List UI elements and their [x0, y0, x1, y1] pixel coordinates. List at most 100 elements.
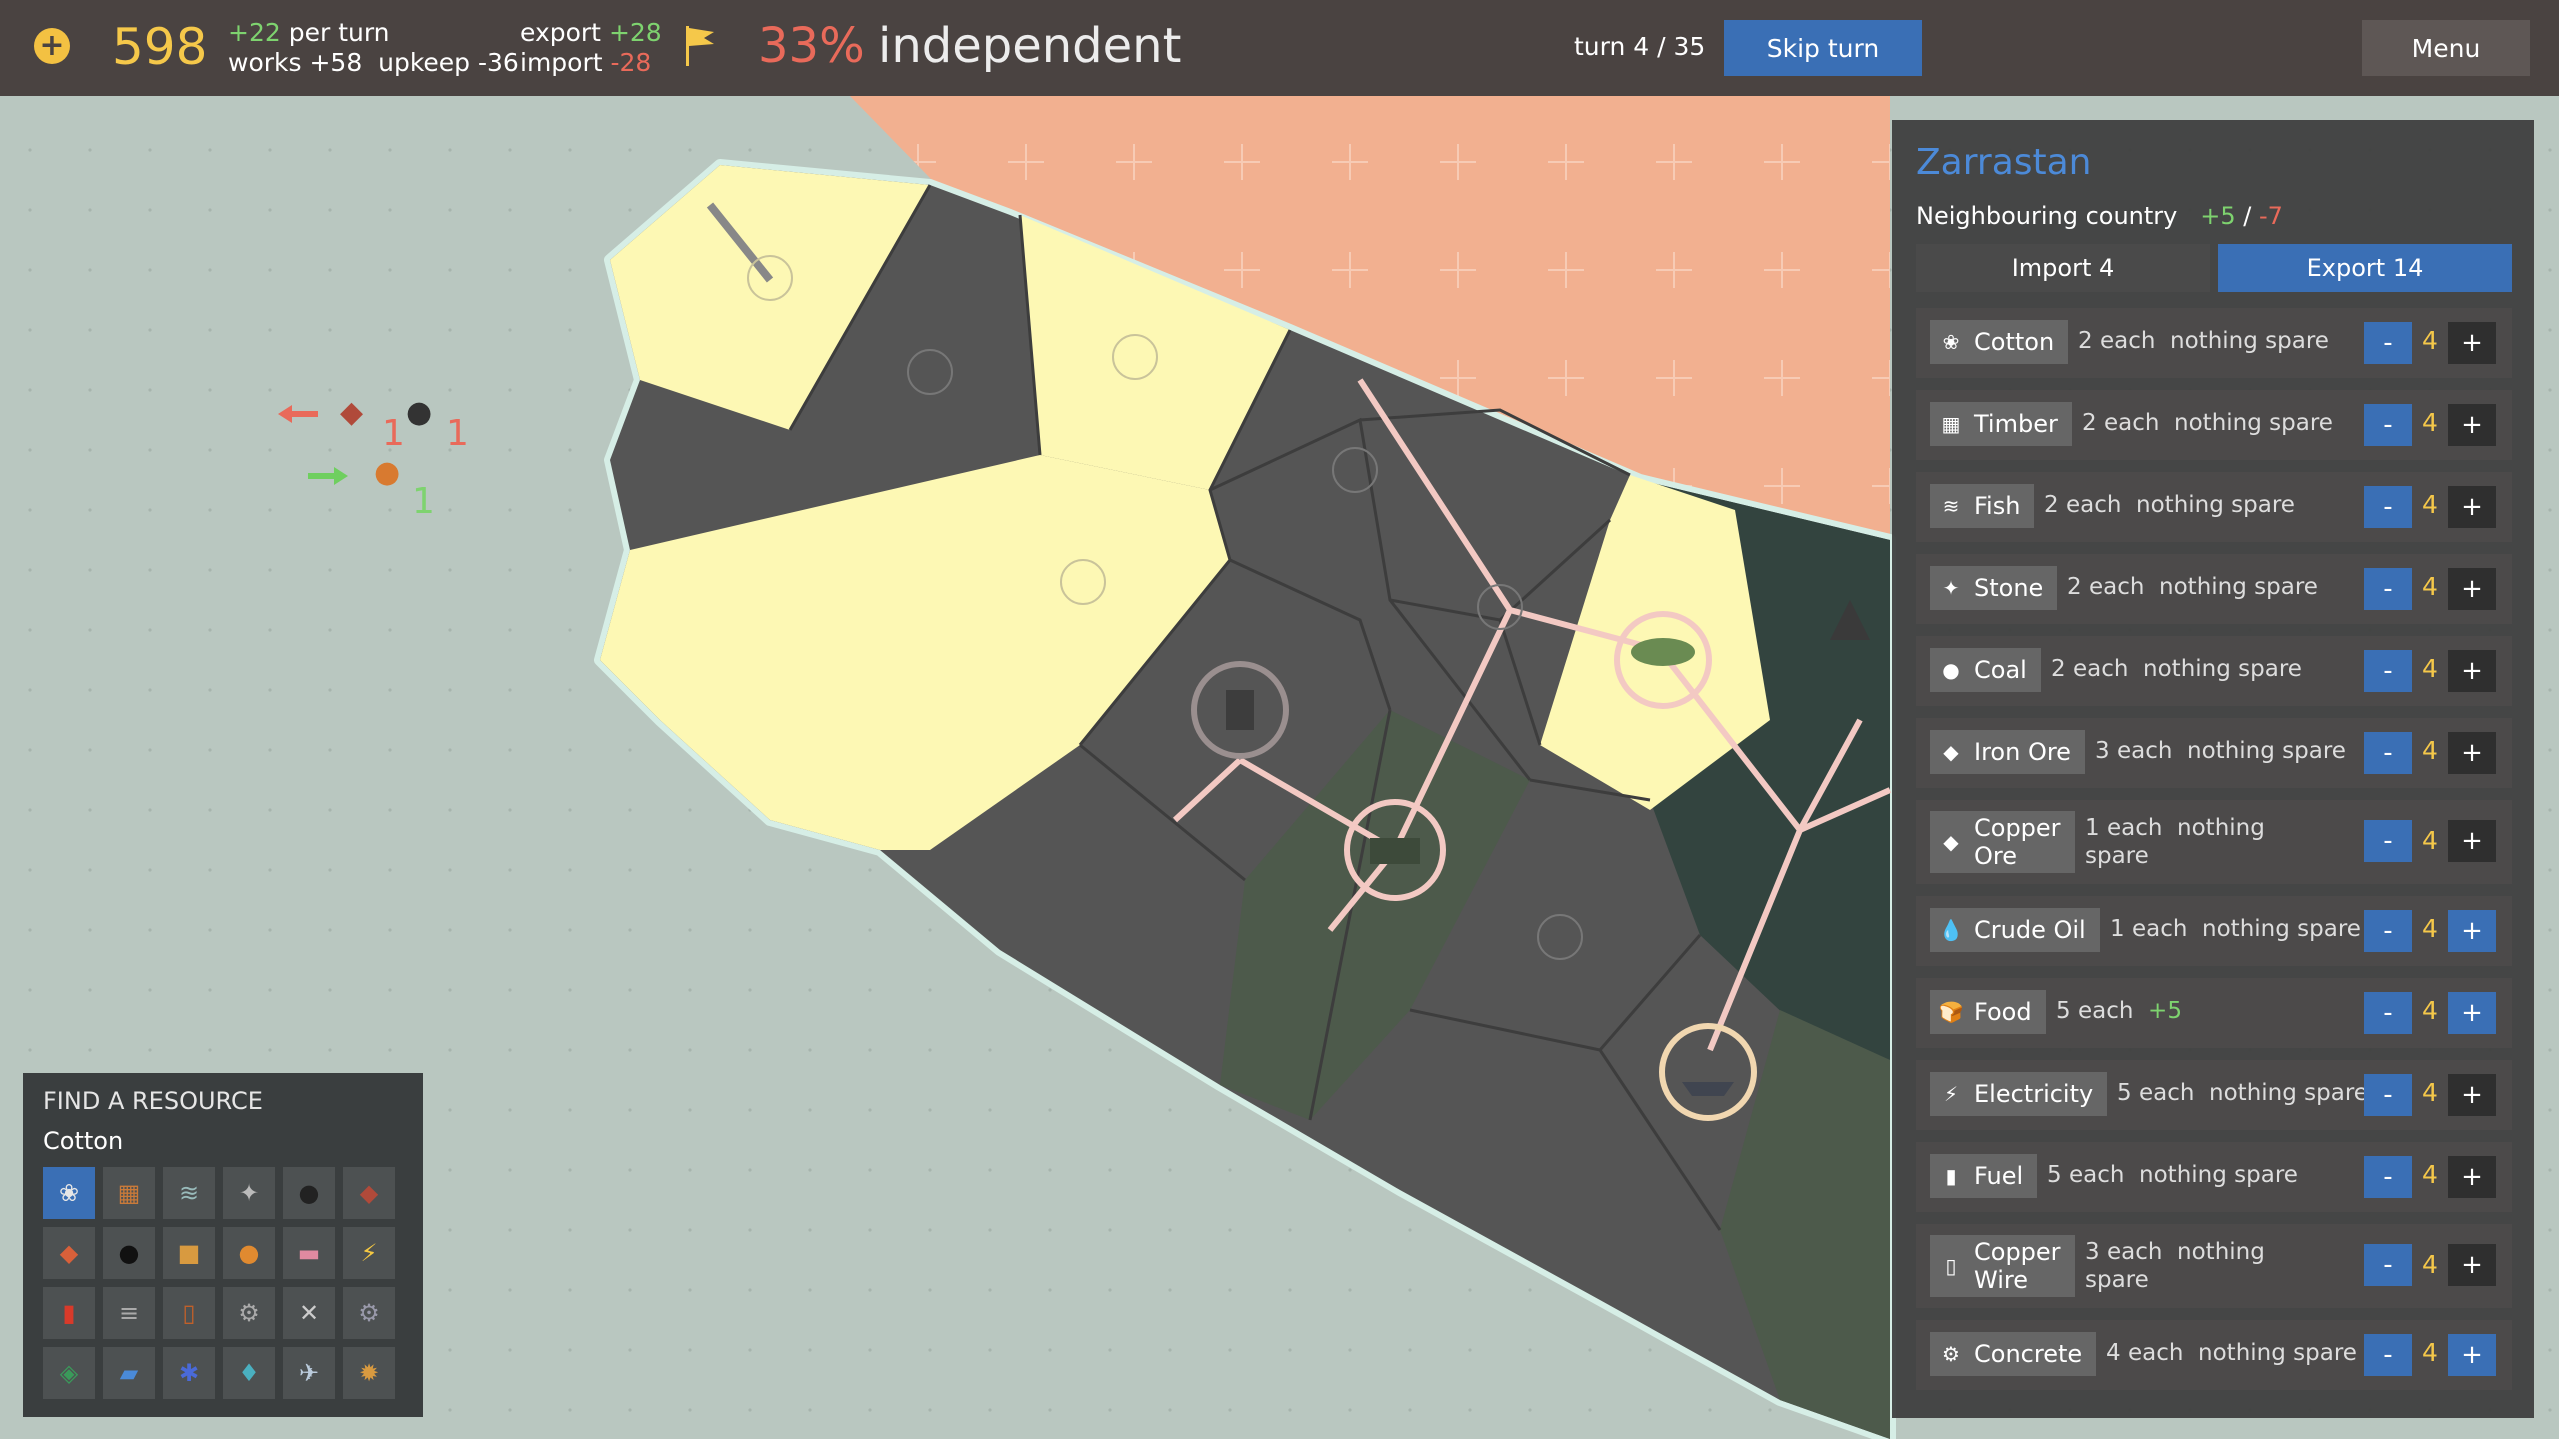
finder-selected: Cotton: [43, 1127, 124, 1155]
decrease-button[interactable]: -: [2364, 568, 2412, 610]
decrease-button[interactable]: -: [2364, 992, 2412, 1034]
decrease-button[interactable]: -: [2364, 404, 2412, 446]
fish-icon[interactable]: ≋: [163, 1167, 215, 1219]
trade-row: ▮ Fuel 5 each nothing spare -4 +: [1916, 1142, 2512, 1212]
increase-button[interactable]: +: [2448, 322, 2496, 364]
resource-chip[interactable]: ⚙ Concrete: [1930, 1332, 2097, 1376]
price-text: 4 each nothing spare: [2106, 1340, 2357, 1366]
decrease-button[interactable]: -: [2364, 1244, 2412, 1286]
copper-ore-icon[interactable]: ◆: [43, 1227, 95, 1279]
resource-chip[interactable]: ▮ Fuel: [1930, 1154, 2038, 1198]
iron-ore-icon: ◆: [1943, 740, 1959, 764]
stone-icon: ✦: [1942, 576, 1960, 600]
finder-title: FIND A RESOURCE: [43, 1087, 263, 1115]
decrease-button[interactable]: -: [2364, 1074, 2412, 1116]
resource-chip[interactable]: ▦ Timber: [1930, 402, 2072, 446]
skip-turn-button[interactable]: Skip turn: [1724, 20, 1922, 76]
decrease-button[interactable]: -: [2364, 910, 2412, 952]
plastic-icon[interactable]: ▬: [283, 1227, 335, 1279]
increase-button[interactable]: +: [2448, 1074, 2496, 1116]
quantity-value: 4: [2422, 996, 2438, 1025]
electronics-icon[interactable]: ◈: [43, 1347, 95, 1399]
increase-button[interactable]: +: [2448, 404, 2496, 446]
tab-export[interactable]: Export 14: [2218, 244, 2512, 292]
decrease-button[interactable]: -: [2364, 820, 2412, 862]
increase-button[interactable]: +: [2448, 568, 2496, 610]
resource-chip[interactable]: ≋ Fish: [1930, 484, 2035, 528]
decrease-button[interactable]: -: [2364, 650, 2412, 692]
resource-name: Fish: [1974, 492, 2021, 520]
copper-ore-icon: ◆: [1943, 830, 1959, 854]
resource-chip[interactable]: ✦ Stone: [1930, 566, 2058, 610]
vehicle-icon[interactable]: ▰: [103, 1347, 155, 1399]
fuel-icon[interactable]: ▮: [43, 1287, 95, 1339]
weapons-icon[interactable]: ✹: [343, 1347, 395, 1399]
resource-chip[interactable]: ❀ Cotton: [1930, 320, 2069, 364]
tools-icon[interactable]: ✕: [283, 1287, 335, 1339]
timber-icon[interactable]: ▦: [103, 1167, 155, 1219]
menu-button[interactable]: Menu: [2362, 20, 2530, 76]
resource-chip[interactable]: ◆ Copper Ore: [1930, 811, 2075, 873]
resource-chip[interactable]: 🍞 Food: [1930, 990, 2046, 1034]
resource-chip[interactable]: ● Coal: [1930, 648, 2041, 692]
resource-price: 2 each nothing spare: [2082, 410, 2333, 436]
increase-button[interactable]: +: [2448, 1156, 2496, 1198]
price-text: 2 each nothing spare: [2078, 328, 2329, 354]
resource-price: 5 each nothing spare: [2047, 1162, 2298, 1188]
copper-wire-icon[interactable]: ▯: [163, 1287, 215, 1339]
increase-button[interactable]: +: [2448, 992, 2496, 1034]
independence-percent: 33%: [758, 18, 865, 74]
iron-ore-icon: ◆: [340, 395, 364, 430]
resource-chip[interactable]: ▯ Copper Wire: [1930, 1235, 2075, 1297]
goods-icon[interactable]: ■: [163, 1227, 215, 1279]
crude-oil-icon[interactable]: ●: [103, 1227, 155, 1279]
increase-button[interactable]: +: [2448, 910, 2496, 952]
decrease-button[interactable]: -: [2364, 1156, 2412, 1198]
resource-chip[interactable]: 💧 Crude Oil: [1930, 908, 2100, 952]
resource-price: 5 each +5: [2056, 998, 2182, 1024]
iron-ore-icon[interactable]: ◆: [343, 1167, 395, 1219]
relation-positive: +5: [2200, 202, 2236, 230]
decrease-button[interactable]: -: [2364, 732, 2412, 774]
outgoing-coal-count: 1: [446, 413, 469, 454]
resource-name: Electricity: [1974, 1080, 2094, 1108]
electricity-icon[interactable]: ⚡: [343, 1227, 395, 1279]
tab-import[interactable]: Import 4: [1916, 244, 2210, 292]
price-text: 5 each nothing spare: [2117, 1080, 2368, 1106]
quantity-value: 4: [2422, 826, 2438, 855]
increase-button[interactable]: +: [2448, 820, 2496, 862]
timber-icon: ▦: [1941, 412, 1961, 436]
export-value: +28: [608, 18, 662, 47]
decrease-button[interactable]: -: [2364, 486, 2412, 528]
resource-finder: FIND A RESOURCE Cotton ❀ ▦ ≋ ✦ ● ◆ ◆ ● ■…: [23, 1073, 423, 1417]
cotton-icon[interactable]: ❀: [43, 1167, 95, 1219]
chemicals-icon[interactable]: ✱: [163, 1347, 215, 1399]
trade-row: ⚙ Concrete 4 each nothing spare -4 +: [1916, 1320, 2512, 1390]
aircraft-icon[interactable]: ✈: [283, 1347, 335, 1399]
coal-icon: ●: [406, 395, 433, 430]
medicine-icon[interactable]: ♦: [223, 1347, 275, 1399]
resource-name: Timber: [1974, 410, 2058, 438]
independence-label: independent: [878, 18, 1182, 74]
quantity-value: 4: [2422, 914, 2438, 943]
increase-button[interactable]: +: [2448, 732, 2496, 774]
resource-chip[interactable]: ⚡ Electricity: [1930, 1072, 2108, 1116]
increase-button[interactable]: +: [2448, 1244, 2496, 1286]
steel-icon[interactable]: ≡: [103, 1287, 155, 1339]
increase-button[interactable]: +: [2448, 650, 2496, 692]
resource-chip[interactable]: ◆ Iron Ore: [1930, 730, 2085, 774]
decrease-button[interactable]: -: [2364, 1334, 2412, 1376]
increase-button[interactable]: +: [2448, 1334, 2496, 1376]
machinery-icon[interactable]: ⚙: [343, 1287, 395, 1339]
food-icon[interactable]: ●: [223, 1227, 275, 1279]
price-text: 1 each nothing spare: [2085, 815, 2265, 869]
crude-oil-icon: 💧: [1938, 918, 1964, 942]
resource-name: Cotton: [1974, 328, 2055, 356]
price-extra: +5: [2148, 998, 2182, 1024]
stone-icon[interactable]: ✦: [223, 1167, 275, 1219]
concrete-icon[interactable]: ⚙: [223, 1287, 275, 1339]
trade-row: ≋ Fish 2 each nothing spare -4 +: [1916, 472, 2512, 542]
increase-button[interactable]: +: [2448, 486, 2496, 528]
coal-icon[interactable]: ●: [283, 1167, 335, 1219]
decrease-button[interactable]: -: [2364, 322, 2412, 364]
